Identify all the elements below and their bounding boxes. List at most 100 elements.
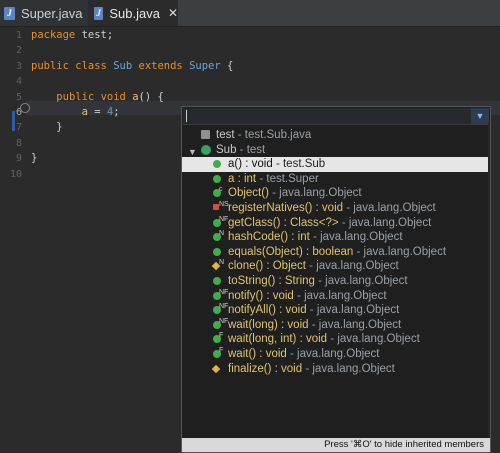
- proposal-name: notifyAll() : void: [228, 304, 307, 317]
- line-number-gutter: 1 2 3 4 5 6 7 8 9 10: [0, 27, 26, 431]
- content-assist-filter-input[interactable]: ▼: [183, 108, 489, 125]
- proposal-text: finalize() : void - java.lang.Object: [228, 362, 395, 377]
- content-assist-popup[interactable]: ▼ test - test.Sub.java ▼ Sub - test a() : v…: [181, 106, 491, 453]
- proposal-text: wait(long) : void - java.lang.Object: [228, 318, 401, 333]
- proposal-declaring-type: java.lang.Object: [337, 333, 420, 346]
- proposal-item[interactable]: c Object() - java.lang.Object: [182, 186, 490, 201]
- proposal-text: Object() - java.lang.Object: [228, 186, 362, 201]
- code-line[interactable]: package test;: [31, 29, 113, 41]
- dropdown-arrow-icon[interactable]: ▼: [471, 108, 489, 124]
- proposal-item[interactable]: NF notify() : void - java.lang.Object: [182, 289, 490, 304]
- proposal-separator: -: [234, 129, 245, 141]
- proposal-separator: -: [309, 231, 321, 244]
- text-caret: [186, 110, 187, 122]
- code-token: {: [220, 59, 234, 72]
- proposal-name: hashCode() : int: [228, 231, 310, 244]
- proposal-separator: -: [338, 216, 349, 229]
- proposal-text: equals(Object) : boolean - java.lang.Obj…: [228, 245, 446, 260]
- modifier-overlay-icon: c: [219, 186, 223, 194]
- code-line[interactable]: public class Sub extends Super {: [31, 60, 233, 72]
- modifier-overlay-icon: N: [219, 230, 225, 238]
- proposal-item[interactable]: NF wait(long) : void - java.lang.Object: [182, 318, 490, 333]
- code-token: () {: [138, 90, 164, 103]
- code-line[interactable]: public void a() {: [31, 91, 164, 103]
- proposal-name: equals(Object) : boolean: [228, 245, 354, 258]
- proposal-name: a() : void: [228, 158, 273, 171]
- line-number: 10: [9, 168, 22, 180]
- code-token: =: [87, 106, 107, 118]
- fold-toggle-icon[interactable]: [20, 103, 30, 113]
- proposal-separator: -: [268, 187, 280, 200]
- proposal-declaring-type: test: [246, 143, 266, 156]
- proposal-text: clone() : Object - java.lang.Object: [228, 259, 399, 274]
- proposal-declaring-type: java.lang.Object: [316, 304, 400, 317]
- code-token: Super: [189, 59, 221, 72]
- code-token: Sub: [113, 59, 133, 72]
- proposal-separator: -: [306, 304, 317, 317]
- proposal-name: wait(long) : void: [228, 318, 309, 331]
- proposal-declaring-type: java.lang.Object: [353, 202, 436, 214]
- code-token: package: [31, 29, 76, 41]
- proposal-item[interactable]: a() : void - test.Sub: [182, 157, 490, 173]
- code-editor[interactable]: 1 2 3 4 5 6 7 8 9 10 package test; public class Su…: [0, 27, 500, 453]
- proposal-item[interactable]: NF getClass() : Class<?> - java.lang.Obje…: [182, 216, 490, 231]
- proposal-text: wait(long, int) : void - java.lang.Objec…: [228, 332, 420, 347]
- method-icon: [213, 277, 221, 285]
- line-number: 8: [15, 137, 22, 149]
- proposal-item[interactable]: ▼ Sub - test: [182, 143, 490, 158]
- modifier-overlay-icon: N: [219, 259, 225, 267]
- proposal-text: getClass() : Class<?> - java.lang.Object: [228, 216, 431, 231]
- proposal-declaring-type: java.lang.Object: [316, 260, 399, 273]
- proposal-text: registerNatives() : void - java.lang.Obj…: [228, 201, 436, 216]
- proposal-item[interactable]: Fwait() : void - java.lang.Object: [182, 347, 490, 362]
- code-token: test;: [75, 29, 114, 41]
- proposal-text: toString() : String - java.lang.Object: [228, 274, 408, 289]
- proposal-declaring-type: test.Sub: [282, 158, 326, 171]
- change-marker: [12, 111, 15, 131]
- code-token: public: [56, 90, 95, 103]
- close-icon[interactable]: ✕: [168, 6, 178, 20]
- proposal-item[interactable]: NS registerNatives() : void - java.lang.O…: [182, 201, 490, 216]
- proposal-separator: -: [327, 333, 338, 346]
- proposal-declaring-type: java.lang.Object: [363, 245, 447, 258]
- proposal-item[interactable]: Fwait(long, int) : void - java.lang.Obje…: [182, 332, 490, 347]
- proposal-item[interactable]: Nclone() : Object - java.lang.Object: [182, 259, 490, 274]
- tab-label: Sub.java: [109, 5, 160, 21]
- proposal-name: test: [216, 129, 235, 141]
- proposal-separator: -: [353, 245, 364, 258]
- proposal-separator: -: [302, 362, 313, 375]
- java-file-icon: J: [94, 6, 104, 20]
- proposal-item[interactable]: test - test.Sub.java: [182, 128, 490, 143]
- proposal-item[interactable]: a : int - test.Super: [182, 172, 490, 187]
- proposal-name: registerNatives() : void: [228, 202, 344, 214]
- proposal-item[interactable]: NF notifyAll() : void - java.lang.Object: [182, 303, 490, 318]
- proposal-item[interactable]: toString() : String - java.lang.Object: [182, 274, 490, 289]
- code-line[interactable]: a = 4;: [31, 106, 120, 118]
- code-line[interactable]: }: [31, 121, 62, 133]
- proposal-item[interactable]: equals(Object) : boolean - java.lang.Obj…: [182, 245, 490, 260]
- package-icon: [201, 130, 210, 139]
- code-line[interactable]: }: [31, 152, 37, 164]
- proposal-separator: -: [293, 289, 305, 302]
- proposal-item[interactable]: NhashCode() : int - java.lang.Object: [182, 230, 490, 245]
- proposal-name: Object(): [228, 187, 269, 200]
- proposal-separator: -: [305, 260, 317, 273]
- modifier-overlay-icon: NF: [219, 288, 229, 296]
- proposal-declaring-type: java.lang.Object: [325, 275, 408, 287]
- code-token: class: [75, 59, 107, 72]
- code-token: public: [31, 59, 69, 72]
- tab-super-java[interactable]: J Super.java: [0, 0, 88, 26]
- proposal-name: finalize() : void: [228, 362, 303, 375]
- line-number: 5: [15, 91, 22, 103]
- protected-method-icon: [211, 364, 221, 373]
- scrollbar[interactable]: [488, 123, 490, 437]
- tab-sub-java[interactable]: J Sub.java ✕: [88, 0, 178, 26]
- method-icon: [213, 174, 221, 183]
- proposal-text: notify() : void - java.lang.Object: [228, 289, 387, 304]
- line-number: 2: [15, 45, 22, 57]
- tab-label: Super.java: [21, 5, 83, 21]
- line-number: 7: [15, 122, 22, 134]
- proposal-item[interactable]: finalize() : void - java.lang.Object: [182, 362, 490, 377]
- proposal-name: clone() : Object: [228, 260, 306, 273]
